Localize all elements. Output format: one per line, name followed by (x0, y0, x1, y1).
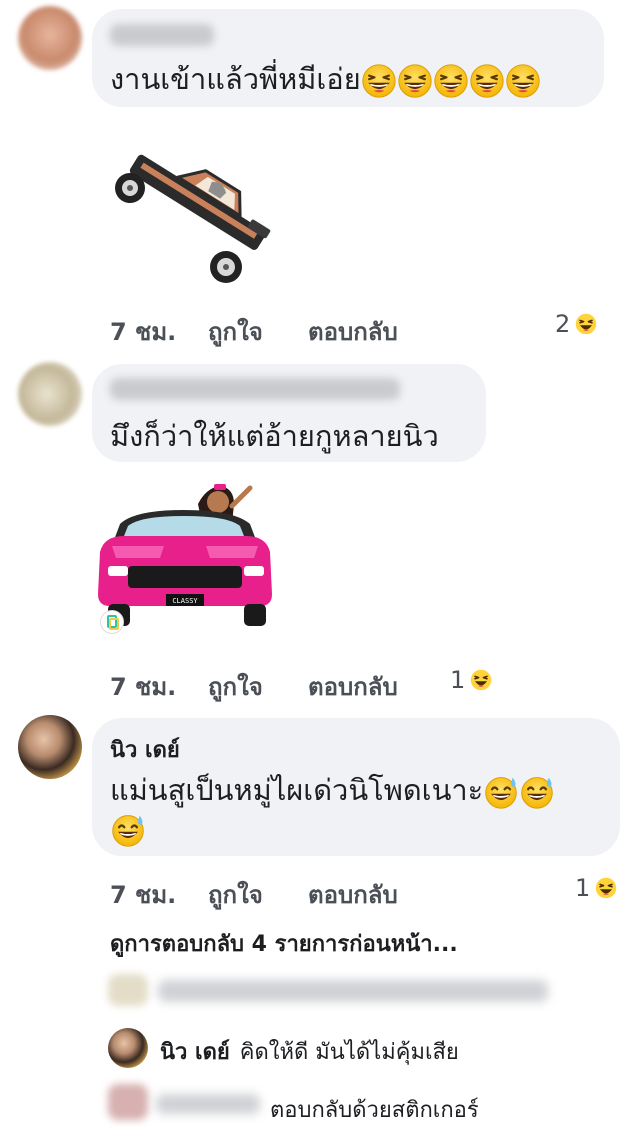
sweat-smile-emoji-icon (110, 812, 146, 852)
reply-text: คิดให้ดี มันได้ไม่คุ้มเสีย (239, 1040, 459, 1065)
avatar (108, 974, 148, 1006)
comment-time[interactable]: 7 ชม. (110, 875, 176, 914)
avatar[interactable] (108, 1028, 148, 1068)
like-button[interactable]: ถูกใจ (208, 875, 263, 914)
reply-text: ตอบกลับด้วยสติกเกอร์ (270, 1098, 479, 1123)
author-name[interactable] (110, 24, 214, 46)
haha-reaction-icon (469, 668, 493, 692)
reaction-count[interactable]: 1 (575, 874, 618, 902)
svg-text:CLASSY: CLASSY (172, 597, 198, 605)
pink-convertible-sticker[interactable]: CLASSY (94, 474, 278, 634)
comment-time[interactable]: 7 ชม. (110, 312, 176, 351)
author-name[interactable]: นิว เดย์ (110, 732, 180, 767)
comment-bubble[interactable]: นิว เดย์ แม่นสูเป็นหมู่ไผเด่วนิโพดเนาะ (92, 718, 620, 856)
comment-bubble[interactable]: งานเข้าแล้วพี่หมีเอ่ย (92, 9, 604, 107)
author-name[interactable] (110, 378, 400, 400)
sticker-app-icon (100, 610, 124, 634)
avatar[interactable] (108, 1084, 148, 1120)
avatar[interactable] (18, 715, 82, 779)
comment-text: แม่นสูเป็นหมู่ไผเด่วนิโพดเนาะ (110, 770, 555, 810)
haha-reaction-icon (594, 876, 618, 900)
lowrider-car-sticker[interactable] (108, 130, 278, 290)
reply-item[interactable]: นิว เดย์ คิดให้ดี มันได้ไม่คุ้มเสีย (160, 1034, 459, 1069)
like-button[interactable]: ถูกใจ (208, 667, 263, 706)
avatar[interactable] (18, 362, 82, 426)
view-previous-replies-link[interactable]: ดูการตอบกลับ 4 รายการก่อนหน้า... (110, 926, 458, 961)
reaction-count[interactable]: 1 (450, 666, 493, 694)
blurred-reply-text (158, 980, 548, 1002)
reply-button[interactable]: ตอบกลับ (308, 312, 398, 351)
like-button[interactable]: ถูกใจ (208, 312, 263, 351)
reply-button[interactable]: ตอบกลับ (308, 875, 398, 914)
blurred-reply[interactable] (108, 972, 558, 1008)
haha-reaction-icon (574, 312, 598, 336)
laughing-emoji-icon (361, 62, 541, 96)
comment-text: มึงก็ว่าให้แต่อ้ายกูหลายนิว (110, 419, 439, 453)
comment-text: งานเข้าแล้วพี่หมีเอ่ย (110, 59, 541, 99)
reply-button[interactable]: ตอบกลับ (308, 667, 398, 706)
reaction-count[interactable]: 2 (555, 310, 598, 338)
author-name[interactable] (156, 1094, 260, 1114)
sweat-smile-emoji-icon (483, 773, 555, 807)
comment-time[interactable]: 7 ชม. (110, 667, 176, 706)
reply-author[interactable]: นิว เดย์ (160, 1034, 230, 1069)
comment-bubble[interactable]: มึงก็ว่าให้แต่อ้ายกูหลายนิว (92, 364, 486, 462)
avatar[interactable] (18, 6, 82, 70)
